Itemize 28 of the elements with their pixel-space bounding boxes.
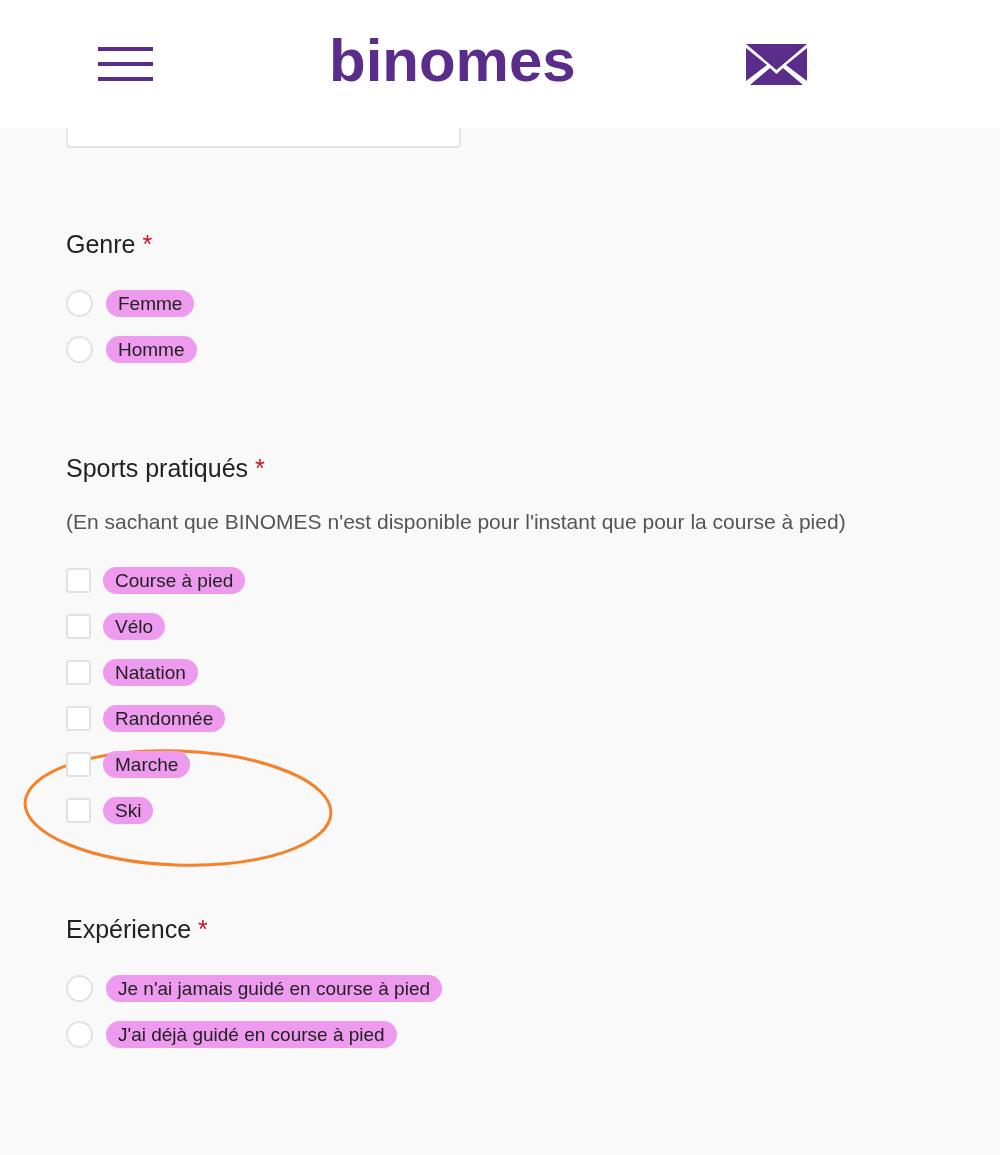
checkbox[interactable] [66, 705, 91, 731]
section-title: Sports pratiqués * [66, 453, 266, 484]
option-label: Randonnée [103, 704, 226, 732]
checkbox[interactable] [66, 613, 91, 639]
option-label: Ski [103, 796, 154, 824]
radio-button[interactable] [66, 1020, 93, 1048]
radio-button[interactable] [66, 289, 93, 317]
option-label: Femme [106, 289, 195, 317]
option-label: Homme [106, 335, 197, 363]
checkbox[interactable] [66, 659, 91, 685]
checkbox[interactable] [66, 797, 91, 823]
option-label: Vélo [103, 612, 166, 640]
checkbox[interactable] [66, 567, 91, 593]
mail-icon[interactable] [745, 43, 807, 85]
option-label: Course à pied [103, 566, 246, 594]
option-label: Marche [103, 750, 191, 778]
section-title: Expérience * [66, 914, 209, 945]
checkbox[interactable] [66, 751, 91, 777]
radio-button[interactable] [66, 335, 93, 363]
option-label: Je n'ai jamais guidé en course à pied [106, 974, 443, 1002]
section-note: (En sachant que BINOMES n'est disponible pour l'instant que pour la course à pied) [66, 509, 847, 535]
radio-button[interactable] [66, 974, 93, 1002]
option-label: Natation [103, 658, 198, 686]
logo: binomes [329, 31, 576, 96]
menu-icon[interactable] [98, 46, 153, 82]
date-field[interactable] [66, 128, 461, 148]
option-label: J'ai déjà guidé en course à pied [106, 1020, 397, 1048]
section-title: Genre * [66, 229, 154, 260]
